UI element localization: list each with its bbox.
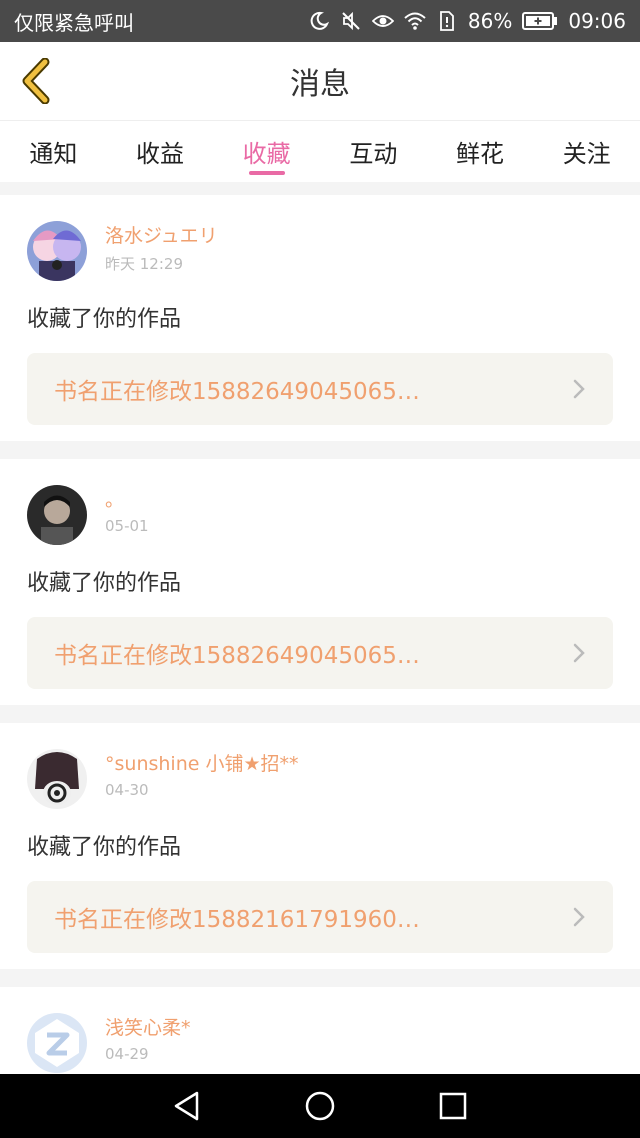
- nav-recents-button[interactable]: [433, 1086, 473, 1126]
- nav-back-button[interactable]: [167, 1086, 207, 1126]
- clock: 09:06: [568, 9, 626, 33]
- action-text: 收藏了你的作品: [27, 835, 182, 860]
- tab-earnings[interactable]: 收益: [107, 121, 214, 182]
- chevron-right-icon: [569, 643, 589, 663]
- battery-icon: [522, 12, 558, 30]
- book-title: 书名正在修改15882649045065…: [54, 643, 420, 669]
- avatar[interactable]: [27, 1013, 87, 1073]
- username[interactable]: °sunshine 小铺★招**: [105, 751, 299, 777]
- avatar[interactable]: [27, 485, 87, 545]
- mute-icon: [340, 10, 362, 32]
- tab-label: 通知: [29, 140, 78, 168]
- battery-percent: 86%: [467, 9, 513, 33]
- moon-icon: [308, 10, 330, 32]
- tab-flowers[interactable]: 鲜花: [427, 121, 534, 182]
- tab-notifications[interactable]: 通知: [0, 121, 107, 182]
- emergency-text: 仅限紧急呼叫: [14, 10, 134, 35]
- timestamp: 04-30: [105, 781, 149, 799]
- page-title: 消息: [290, 67, 350, 102]
- book-link[interactable]: 书名正在修改15882649045065…: [27, 353, 613, 425]
- username[interactable]: 洛水ジュエリ: [105, 223, 218, 249]
- timestamp: 04-29: [105, 1045, 149, 1063]
- timestamp: 昨天 12:29: [105, 255, 183, 273]
- eye-icon: [371, 10, 394, 32]
- back-button[interactable]: [16, 56, 56, 106]
- username[interactable]: 浅笑心柔*: [105, 1015, 191, 1041]
- tab-label: 收益: [136, 140, 184, 168]
- username[interactable]: 。: [105, 487, 149, 513]
- tab-label: 关注: [562, 140, 611, 168]
- sim-icon: [436, 10, 458, 32]
- book-link[interactable]: 书名正在修改15882649045065…: [27, 617, 613, 689]
- book-link[interactable]: 书名正在修改15882161791960…: [27, 881, 613, 953]
- square-recents-icon: [440, 1092, 467, 1120]
- nav-home-button[interactable]: [300, 1086, 340, 1126]
- tab-label: 互动: [349, 140, 398, 168]
- wifi-icon: [404, 10, 426, 32]
- timestamp: 05-01: [105, 517, 149, 535]
- back-arrow-icon: [22, 58, 50, 104]
- tab-follows[interactable]: 关注: [533, 121, 640, 182]
- book-title: 书名正在修改15882649045065…: [54, 379, 420, 405]
- tab-interactions[interactable]: 互动: [320, 121, 427, 182]
- tab-label: 鲜花: [456, 140, 505, 168]
- tab-favorites[interactable]: 收藏: [213, 121, 320, 182]
- book-title: 书名正在修改15882161791960…: [54, 907, 420, 933]
- message-card: 洛水ジュエリ 昨天 12:29 收藏了你的作品 书名正在修改1588264904…: [0, 195, 640, 441]
- message-card: °sunshine 小铺★招** 04-30 收藏了你的作品 书名正在修改158…: [0, 723, 640, 969]
- chevron-right-icon: [569, 379, 589, 399]
- tab-bar: 通知 收益 收藏 互动 鲜花 关注: [0, 120, 640, 182]
- message-card: 浅笑心柔* 04-29: [0, 987, 640, 1077]
- tab-label: 收藏: [242, 140, 291, 168]
- message-card: 。 05-01 收藏了你的作品 书名正在修改15882649045065…: [0, 459, 640, 705]
- action-text: 收藏了你的作品: [27, 571, 182, 596]
- triangle-back-icon: [174, 1091, 198, 1121]
- status-icons: 86% 09:06: [308, 9, 626, 33]
- header: 消息: [0, 42, 640, 120]
- status-bar: 仅限紧急呼叫 86% 09:06: [0, 0, 640, 42]
- message-list: 洛水ジュエリ 昨天 12:29 收藏了你的作品 书名正在修改1588264904…: [0, 195, 640, 1077]
- avatar[interactable]: [27, 749, 87, 809]
- avatar[interactable]: [27, 221, 87, 281]
- chevron-right-icon: [569, 907, 589, 927]
- system-nav-bar: [0, 1074, 640, 1138]
- circle-home-icon: [305, 1091, 335, 1121]
- action-text: 收藏了你的作品: [27, 307, 182, 332]
- active-tab-indicator: [248, 171, 285, 175]
